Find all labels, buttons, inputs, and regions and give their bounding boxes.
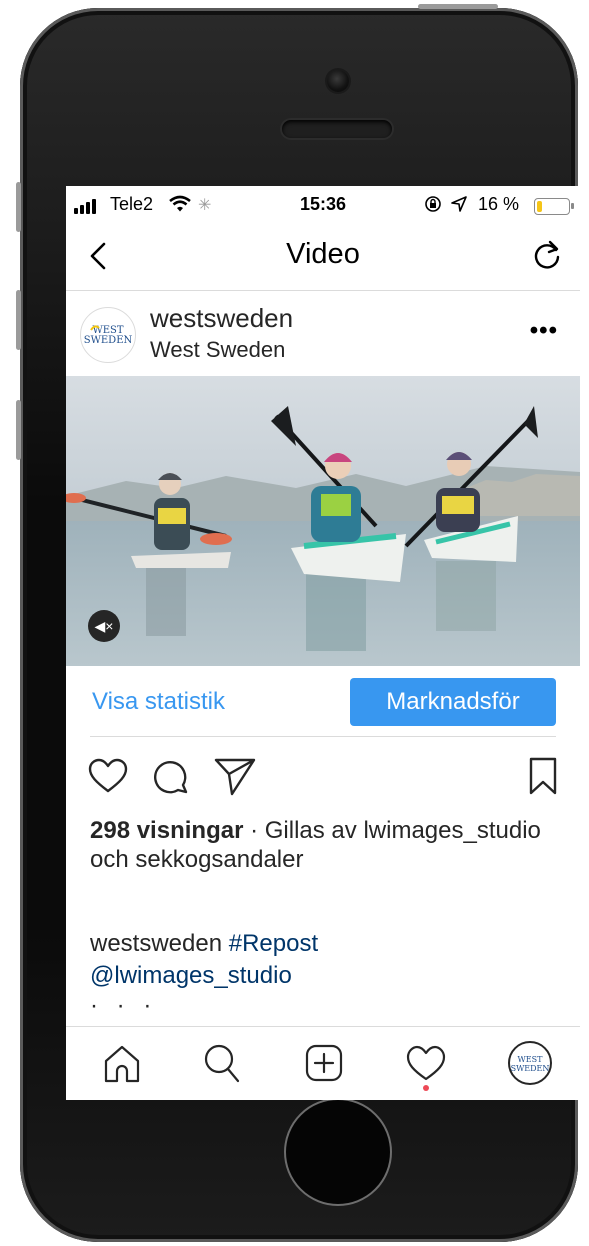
page-title: Video — [286, 238, 360, 270]
search-icon[interactable] — [196, 1037, 248, 1089]
battery-level — [537, 201, 542, 212]
caption-author[interactable]: westsweden — [90, 930, 222, 957]
post-account-name: West Sweden — [150, 337, 286, 362]
silent-switch[interactable] — [16, 182, 21, 232]
liker-username[interactable]: sekkogsandaler — [135, 846, 303, 873]
add-post-icon[interactable] — [298, 1037, 350, 1089]
activity-heart-icon[interactable] — [400, 1037, 452, 1089]
front-camera — [327, 70, 349, 92]
svg-text:SWEDEN: SWEDEN — [511, 1064, 550, 1073]
liker-username[interactable]: lwimages_studio — [363, 817, 540, 844]
home-icon[interactable] — [96, 1037, 148, 1089]
battery-icon — [534, 198, 574, 215]
video-player[interactable]: ◀× — [66, 376, 580, 666]
caption-hashtag[interactable]: #Repost — [229, 930, 318, 957]
view-insights-link[interactable]: Visa statistik — [92, 688, 225, 716]
volume-down-button[interactable] — [16, 400, 21, 460]
post-caption: westsweden #Repost @lwimages_studio — [90, 928, 560, 992]
comment-icon[interactable] — [152, 758, 190, 794]
profile-avatar[interactable]: WEST SWEDEN — [504, 1037, 556, 1089]
battery-percent: 16 % — [478, 194, 520, 214]
home-button[interactable] — [284, 1098, 392, 1206]
post-username[interactable]: westsweden — [150, 303, 293, 334]
navigation-bar: Video — [66, 222, 580, 291]
caption-more[interactable]: · · · — [90, 992, 157, 1020]
and-word: och — [90, 846, 136, 873]
speaker-muted-icon[interactable]: ◀× — [88, 610, 120, 642]
promote-button[interactable]: Marknadsför — [350, 678, 556, 726]
post-header: WEST SWEDEN westsweden West Sweden ••• — [66, 291, 580, 375]
heart-icon[interactable] — [88, 758, 128, 794]
caption-mention[interactable]: @lwimages_studio — [90, 962, 292, 989]
location-arrow-icon — [450, 195, 468, 218]
notification-dot — [423, 1085, 429, 1091]
post-action-icons — [66, 744, 580, 810]
screen: Tele2 ✳ 15:36 16 % Video WEST SWEDEN wes… — [66, 186, 580, 1100]
status-bar: Tele2 ✳ 15:36 16 % — [66, 186, 580, 222]
volume-up-button[interactable] — [16, 290, 21, 350]
video-frame — [66, 376, 580, 666]
power-button[interactable] — [418, 4, 498, 9]
svg-text:SWEDEN: SWEDEN — [84, 335, 133, 346]
more-options-icon[interactable]: ••• — [530, 317, 558, 345]
likes-summary: 298 visningar · Gillas av lwimages_studi… — [90, 816, 560, 874]
earpiece-speaker — [282, 120, 392, 138]
bookmark-icon[interactable] — [528, 756, 558, 796]
refresh-icon[interactable] — [530, 238, 564, 272]
post-owner-actions: Visa statistik Marknadsför — [66, 666, 580, 736]
divider — [90, 736, 556, 737]
share-icon[interactable] — [214, 756, 256, 796]
orientation-lock-icon — [424, 195, 442, 218]
view-count[interactable]: 298 visningar — [90, 817, 243, 844]
avatar[interactable]: WEST SWEDEN — [80, 307, 136, 363]
tab-bar: WEST SWEDEN — [66, 1026, 580, 1100]
liked-by-text: · Gillas av — [243, 817, 364, 844]
svg-text:WEST: WEST — [518, 1055, 544, 1064]
